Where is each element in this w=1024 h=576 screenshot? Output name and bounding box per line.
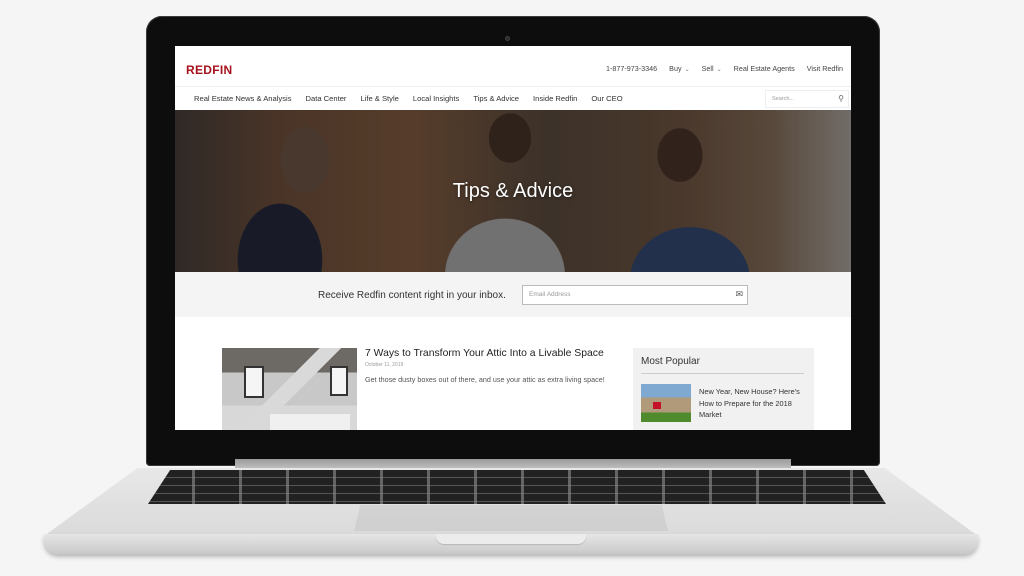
phone-link[interactable]: 1-877-973-3346 <box>606 64 657 73</box>
popular-thumbnail[interactable] <box>641 384 691 422</box>
sell-label: Sell <box>701 64 714 73</box>
redfin-logo[interactable]: REDFIN <box>186 63 232 77</box>
main-nav: Real Estate News & Analysis Data Center … <box>175 86 851 110</box>
nav-real-estate-news[interactable]: Real Estate News & Analysis <box>194 94 292 103</box>
envelope-icon[interactable]: ✉ <box>735 289 743 300</box>
nav-life-style[interactable]: Life & Style <box>360 94 398 103</box>
email-placeholder: Email Address <box>529 291 571 298</box>
article-thumbnail[interactable] <box>222 348 357 430</box>
keyboard-rows <box>148 470 886 504</box>
window-shape <box>330 366 348 396</box>
nav-tips-advice[interactable]: Tips & Advice <box>473 94 519 103</box>
email-field[interactable]: Email Address ✉ <box>522 285 748 305</box>
buy-label: Buy <box>669 64 682 73</box>
article-excerpt: Get those dusty boxes out of there, and … <box>365 375 605 384</box>
divider <box>641 373 804 374</box>
laptop-base <box>44 468 978 558</box>
search-input[interactable]: Search... ⚲ <box>765 90 849 108</box>
most-popular-heading: Most Popular <box>641 356 700 367</box>
buy-menu[interactable]: Buy ⌄ <box>669 64 689 73</box>
most-popular-widget: Most Popular New Year, New House? Here's… <box>633 348 814 430</box>
camera-icon <box>505 36 510 41</box>
laptop-mockup: REDFIN 1-877-973-3346 Buy ⌄ Sell ⌄ Real Es… <box>0 0 1024 576</box>
search-icon[interactable]: ⚲ <box>838 94 844 103</box>
utility-nav: 1-877-973-3346 Buy ⌄ Sell ⌄ Real Estate Ag… <box>606 64 843 73</box>
nav-our-ceo[interactable]: Our CEO <box>591 94 622 103</box>
top-header: REDFIN 1-877-973-3346 Buy ⌄ Sell ⌄ Real Es… <box>175 46 851 86</box>
chevron-down-icon: ⌄ <box>684 67 690 73</box>
article-title-link[interactable]: 7 Ways to Transform Your Attic Into a Li… <box>365 348 604 359</box>
nav-inside-redfin[interactable]: Inside Redfin <box>533 94 577 103</box>
window-shape <box>244 366 264 398</box>
lid-notch <box>436 534 586 544</box>
real-estate-agents-link[interactable]: Real Estate Agents <box>734 64 795 73</box>
trackpad <box>354 505 668 531</box>
sell-menu[interactable]: Sell ⌄ <box>702 64 722 73</box>
popular-item-link[interactable]: New Year, New House? Here's How to Prepa… <box>699 386 804 421</box>
subscribe-label: Receive Redfin content right in your inb… <box>318 290 506 301</box>
chevron-down-icon: ⌄ <box>716 67 722 73</box>
search-placeholder: Search... <box>772 96 795 102</box>
page-title: Tips & Advice <box>452 180 574 202</box>
article-date: October 11, 2019 <box>365 362 404 368</box>
hero-banner: Tips & Advice <box>175 110 851 272</box>
browser-screen: REDFIN 1-877-973-3346 Buy ⌄ Sell ⌄ Real Es… <box>175 46 851 430</box>
for-sale-sign <box>653 402 661 409</box>
nav-data-center[interactable]: Data Center <box>306 94 347 103</box>
visit-redfin-link[interactable]: Visit Redfin <box>807 64 843 73</box>
bed-shape <box>270 414 350 430</box>
subscribe-bar: Receive Redfin content right in your inb… <box>175 272 851 317</box>
nav-local-insights[interactable]: Local Insights <box>413 94 459 103</box>
